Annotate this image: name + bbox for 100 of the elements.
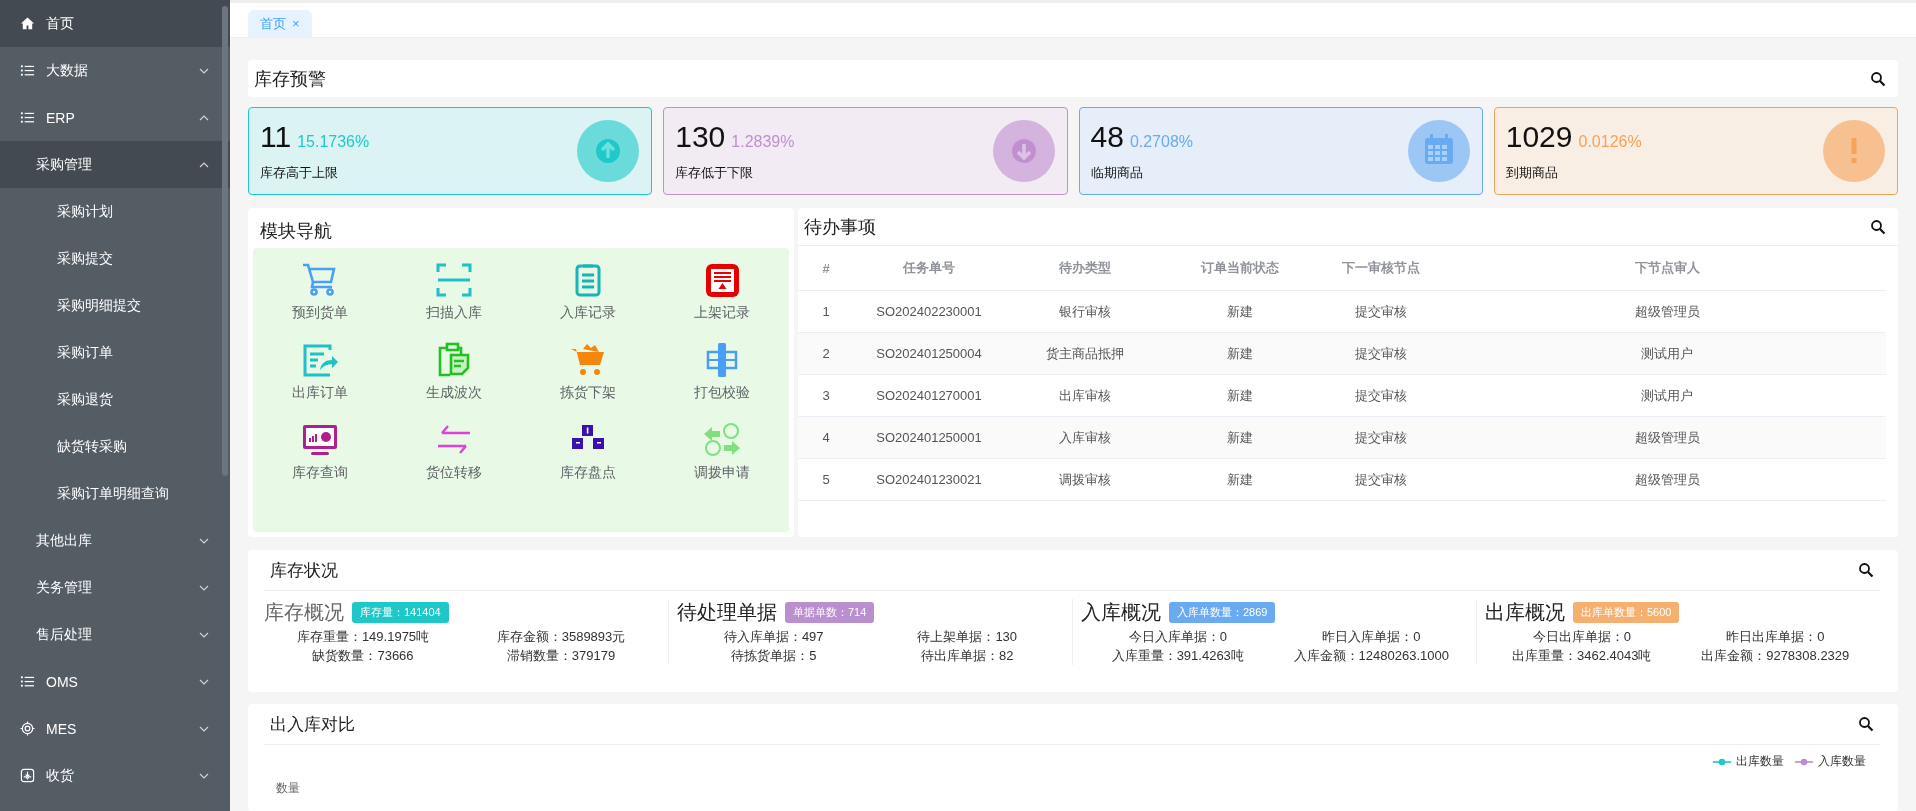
table-cell-text: SO202402230001: [875, 304, 983, 319]
panel-title: 库存状况: [270, 559, 338, 582]
scrollbar[interactable]: [222, 6, 228, 476]
stat-text: 今日入库单据：0: [1127, 628, 1228, 646]
legend-label[interactable]: 入库数量: [1818, 753, 1866, 770]
table-cell-text: 新建: [1226, 302, 1254, 321]
column-header: #: [821, 260, 831, 276]
stat-percent: 0.0126%: [1578, 133, 1642, 151]
panel-title: 待办事项: [804, 215, 876, 239]
menu-item[interactable]: 采购订单明细查询: [0, 470, 230, 517]
menu-item[interactable]: 关务管理: [0, 564, 230, 611]
table-cell-text: SO202401230021: [875, 472, 983, 487]
table-cell-text: 2: [821, 346, 831, 361]
table-cell-text: 3: [821, 388, 831, 403]
table-cell-text: 超级管理员: [1633, 428, 1701, 447]
search-icon[interactable]: [1858, 562, 1874, 578]
stat-label: 库存高于上限: [260, 164, 339, 182]
arrow-up-icon: [577, 120, 640, 182]
menu-item[interactable]: 缺货转采购: [0, 423, 230, 470]
table-cell-text: 新建: [1226, 386, 1254, 405]
search-icon[interactable]: [1858, 716, 1874, 732]
stat-value: 130: [675, 120, 726, 154]
menu-item[interactable]: 采购订单: [0, 329, 230, 376]
module-link[interactable]: 货位转移: [387, 420, 521, 500]
table-cell-text: 货主商品抵押: [1045, 344, 1125, 363]
module-link[interactable]: 调拨申请: [655, 420, 789, 500]
module-link[interactable]: 打包校验: [655, 340, 789, 420]
module-link[interactable]: 出库订单: [253, 340, 387, 420]
stat-value: 11: [260, 120, 292, 154]
menu-item[interactable]: 采购明细提交: [0, 282, 230, 329]
table-cell-text: 新建: [1226, 470, 1254, 489]
menu-item[interactable]: OMS: [0, 658, 230, 705]
table-cell-text: 提交审核: [1354, 470, 1408, 489]
module-link[interactable]: 库存查询: [253, 420, 387, 500]
column-header: 订单当前状态: [1200, 259, 1280, 277]
menu-item[interactable]: 首页: [0, 0, 230, 47]
search-icon[interactable]: [1870, 70, 1886, 87]
section-title: 库存概况: [264, 600, 344, 625]
module-link[interactable]: 库存盘点: [521, 420, 655, 500]
menu-item[interactable]: MES: [0, 705, 230, 752]
count-badge: 库存量：141404: [352, 602, 449, 623]
stat-text: 待入库单据：497: [722, 628, 825, 646]
module-link[interactable]: 预到货单: [253, 260, 387, 340]
stat-text: 库存金额：3589893元: [495, 628, 627, 646]
stat-text: 出库重量：3462.4043吨: [1511, 647, 1653, 665]
stat-text: 库存重量：149.1975吨: [295, 628, 431, 646]
stat-text: 出库金额：9278308.2329: [1700, 647, 1851, 665]
module-link[interactable]: 入库记录: [521, 260, 655, 340]
column-header: 下节点审人: [1633, 259, 1701, 277]
stat-label: 临期商品: [1090, 164, 1144, 182]
stat-text: 缺货数量：73666: [311, 647, 415, 665]
table-cell-text: SO202401250001: [875, 430, 983, 445]
panel-title: 出入库对比: [270, 713, 355, 736]
table-cell-text: 5: [821, 472, 831, 487]
count-badge: 入库单数量：2869: [1169, 602, 1276, 623]
exclamation-icon: [1823, 120, 1885, 182]
calendar-icon: [1407, 120, 1470, 182]
menu-item[interactable]: ERP: [0, 94, 230, 141]
target-icon: [20, 721, 35, 736]
stat-label: 到期商品: [1505, 164, 1559, 182]
stat-value: 48: [1090, 120, 1124, 154]
table-cell-text: 测试用户: [1640, 344, 1694, 363]
table-cell-text: 超级管理员: [1633, 302, 1701, 321]
table-cell-text: 银行审核: [1058, 302, 1112, 321]
menu-item[interactable]: 采购计划: [0, 188, 230, 235]
table-cell-text: SO202401270001: [875, 388, 983, 403]
legend-label[interactable]: 出库数量: [1736, 753, 1784, 770]
stat-text: 待出库单据：82: [920, 647, 1015, 665]
module-link[interactable]: 生成波次: [387, 340, 521, 420]
table-cell-text: 新建: [1226, 428, 1254, 447]
axis-label: 数量: [276, 780, 300, 797]
menu-item[interactable]: 其他出库: [0, 517, 230, 564]
module-link[interactable]: 扫描入库: [387, 260, 521, 340]
search-icon[interactable]: [1870, 218, 1886, 235]
menu-item[interactable]: 大数据: [0, 47, 230, 94]
menu-item[interactable]: 采购退货: [0, 376, 230, 423]
stat-label: 库存低于下限: [675, 164, 755, 182]
table-cell-text: 提交审核: [1354, 344, 1408, 363]
inbox-icon: [20, 768, 35, 783]
arrow-down-icon: [992, 120, 1055, 182]
home-icon: [20, 16, 35, 31]
list-icon: [20, 674, 35, 689]
stat-text: 入库重量：391.4263吨: [1110, 647, 1245, 665]
module-link[interactable]: 拣货下架: [521, 340, 655, 420]
menu-item[interactable]: 售后处理: [0, 611, 230, 658]
table-cell-text: 提交审核: [1354, 302, 1408, 321]
stat-text: 今日出库单据：0: [1531, 628, 1632, 646]
menu-item[interactable]: 采购提交: [0, 235, 230, 282]
count-badge: 单据单数：714: [785, 602, 875, 623]
table-cell-text: SO202401250004: [875, 346, 983, 361]
stat-percent: 1.2839%: [731, 133, 795, 151]
count-badge: 出库单数量：5600: [1573, 602, 1680, 623]
module-link[interactable]: 上架记录: [655, 260, 789, 340]
table-cell-text: 1: [821, 304, 831, 319]
list-icon: [20, 63, 35, 78]
stat-value: 1029: [1505, 120, 1573, 154]
section-title: 入库概况: [1081, 600, 1161, 625]
menu-item[interactable]: 收货: [0, 752, 230, 799]
menu-item[interactable]: 采购管理: [0, 141, 230, 188]
table-cell-text: 调拨审核: [1058, 470, 1112, 489]
